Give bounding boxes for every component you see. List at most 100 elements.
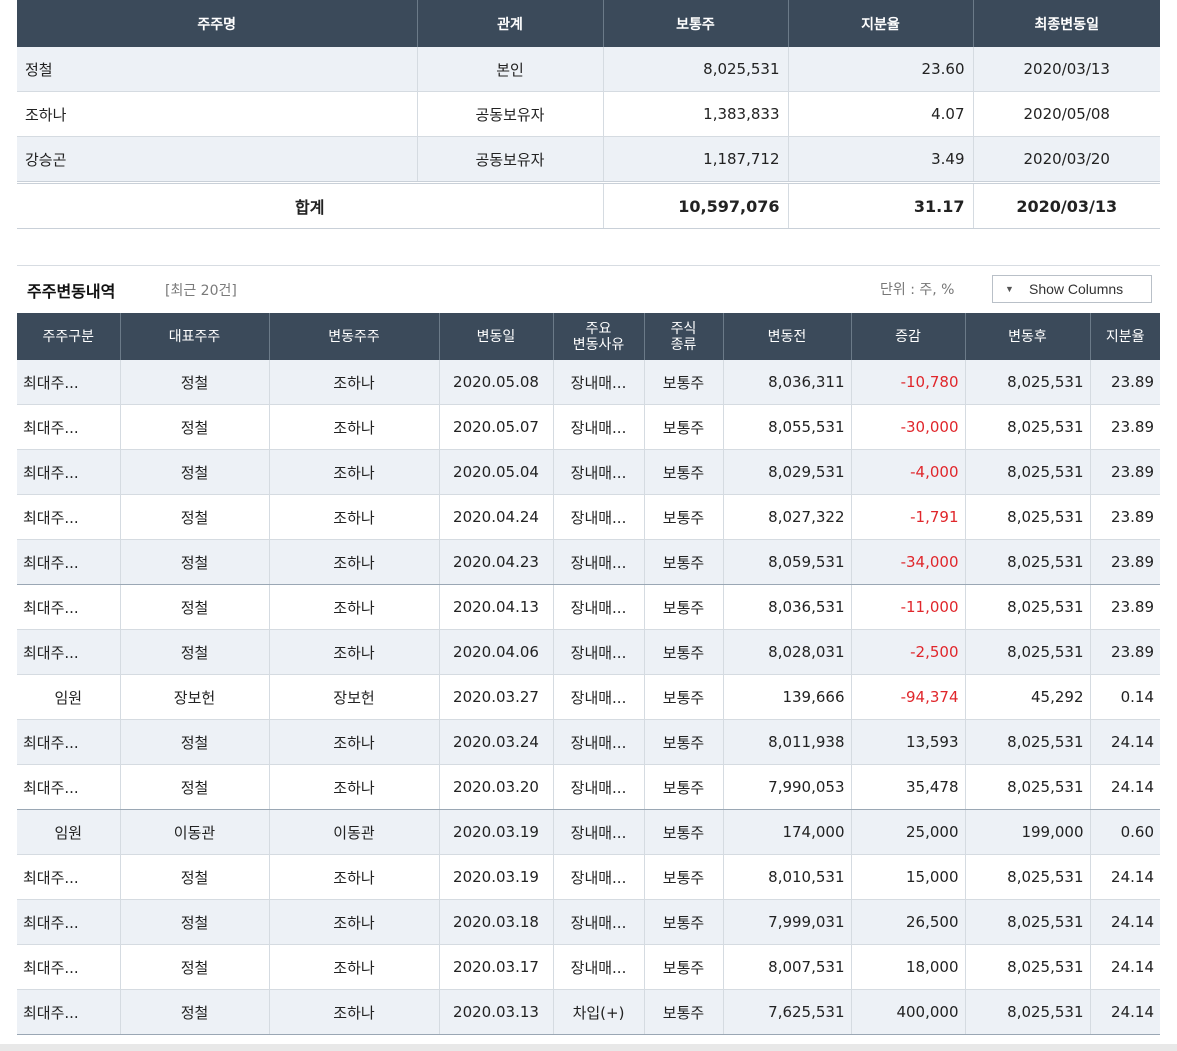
before-shares-cell: 8,011,938 (723, 719, 852, 765)
common-shares-cell: 8,025,531 (603, 47, 789, 92)
rep-holder-cell: 정철 (120, 764, 270, 810)
change-amount-cell: 13,593 (851, 719, 966, 765)
table-row[interactable]: 임원 장보헌 장보헌 2020.03.27 장내매... 보통주 139,666 -94,37… (17, 674, 1160, 720)
change-amount-cell: -1,791 (851, 494, 966, 540)
table-row[interactable]: 최대주... 정철 조하나 2020.03.18 장내매... 보통주 7,999,031 2… (17, 899, 1160, 945)
ownership-ratio-cell: 24.14 (1090, 854, 1160, 900)
holder-type-cell: 최대주... (17, 360, 121, 405)
table-row[interactable]: 최대주... 정철 조하나 2020.03.13 차입(+) 보통주 7,625,531 40… (17, 989, 1160, 1035)
ownership-ratio-cell: 0.14 (1090, 674, 1160, 720)
col-header-relation[interactable]: 관계 (417, 0, 604, 47)
holder-type-cell: 최대주... (17, 854, 121, 900)
change-amount-cell: -2,500 (851, 629, 966, 675)
before-shares-cell: 8,059,531 (723, 539, 852, 585)
share-kind-cell: 보통주 (644, 539, 724, 585)
change-amount-cell: -30,000 (851, 404, 966, 450)
after-shares-cell: 199,000 (965, 809, 1091, 855)
ownership-ratio-cell: 24.14 (1090, 719, 1160, 765)
share-kind-cell: 보통주 (644, 809, 724, 855)
table-row[interactable]: 최대주... 정철 조하나 2020.04.06 장내매... 보통주 8,028,031-… (17, 629, 1160, 675)
share-kind-cell: 보통주 (644, 989, 724, 1035)
table-row[interactable]: 최대주... 정철 조하나 2020.03.20 장내매... 보통주 7,990,053 3… (17, 764, 1160, 810)
triangle-down-icon: ▼ (1005, 284, 1014, 294)
after-shares-cell: 8,025,531 (965, 629, 1091, 675)
col-header-last-change-date[interactable]: 최종변동일 (973, 0, 1160, 47)
before-shares-cell: 174,000 (723, 809, 852, 855)
table-row[interactable]: 최대주... 정철 조하나 2020.04.24 장내매... 보통주 8,027,322-… (17, 494, 1160, 540)
total-label: 합계 (17, 181, 604, 229)
share-kind-cell: 보통주 (644, 449, 724, 495)
before-shares-cell: 8,028,031 (723, 629, 852, 675)
col-header-name[interactable]: 주주명 (17, 0, 418, 47)
table-row[interactable]: 최대주... 정철 조하나 2020.03.24 장내매... 보통주 8,011,938 1… (17, 719, 1160, 765)
total-date: 2020/03/13 (973, 181, 1160, 229)
col-header-change-reason[interactable]: 주요 변동사유 (553, 313, 645, 360)
share-kind-cell: 보통주 (644, 899, 724, 945)
change-reason-cell: 장내매... (553, 764, 645, 810)
table-row[interactable]: 임원 이동관 이동관 2020.03.19 장내매... 보통주 174,000 25,000… (17, 809, 1160, 855)
col-header-change-date[interactable]: 변동일 (439, 313, 554, 360)
rep-holder-cell: 정철 (120, 944, 270, 990)
holder-type-cell: 최대주... (17, 584, 121, 630)
holder-type-cell: 최대주... (17, 719, 121, 765)
col-header-changed-holder[interactable]: 변동주주 (269, 313, 440, 360)
relation-cell: 공동보유자 (417, 136, 604, 183)
ownership-ratio-cell: 23.89 (1090, 539, 1160, 585)
change-reason-cell: 장내매... (553, 449, 645, 495)
after-shares-cell: 8,025,531 (965, 449, 1091, 495)
table-row[interactable]: 최대주... 정철 조하나 2020.03.17 장내매... 보통주 8,007,531 1… (17, 944, 1160, 990)
col-header-common-shares[interactable]: 보통주 (603, 0, 789, 47)
table-row[interactable]: 최대주... 정철 조하나 2020.05.04 장내매... 보통주 8,029,531-… (17, 449, 1160, 495)
change-reason-cell: 장내매... (553, 629, 645, 675)
table-row[interactable]: 최대주... 정철 조하나 2020.05.07 장내매... 보통주 8,055,531-… (17, 404, 1160, 450)
change-date-cell: 2020.03.24 (439, 719, 554, 765)
total-shares: 10,597,076 (603, 181, 789, 229)
share-kind-cell: 보통주 (644, 494, 724, 540)
change-amount-cell: 35,478 (851, 764, 966, 810)
changed-holder-cell: 조하나 (269, 360, 440, 405)
unit-label: 단위 : 주, % (880, 282, 955, 298)
ownership-ratio-cell: 4.07 (788, 91, 974, 137)
rep-holder-cell: 정철 (120, 494, 270, 540)
after-shares-cell: 8,025,531 (965, 944, 1091, 990)
change-reason-cell: 장내매... (553, 809, 645, 855)
col-header-ratio[interactable]: 지분율 (788, 0, 974, 47)
col-header-share-kind[interactable]: 주식 종류 (644, 313, 724, 360)
changes-header-row: 주주구분 대표주주 변동주주 변동일 주요 변동사유 주식 종류 변동전 증감 … (17, 313, 1160, 360)
table-row[interactable]: 최대주... 정철 조하나 2020.05.08 장내매... 보통주 8,036,311-… (17, 360, 1160, 405)
col-header-ratio[interactable]: 지분율 (1090, 313, 1160, 360)
table-row[interactable]: 최대주... 정철 조하나 2020.03.19 장내매... 보통주 8,010,531 1… (17, 854, 1160, 900)
common-shares-cell: 1,187,712 (603, 136, 789, 183)
change-reason-cell: 장내매... (553, 674, 645, 720)
changed-holder-cell: 조하나 (269, 584, 440, 630)
change-amount-cell: -11,000 (851, 584, 966, 630)
col-header-after[interactable]: 변동후 (965, 313, 1091, 360)
summary-row[interactable]: 강승곤 공동보유자 1,187,712 3.49 2020/03/20 (17, 136, 1160, 183)
ownership-ratio-cell: 0.60 (1090, 809, 1160, 855)
change-date-cell: 2020.04.24 (439, 494, 554, 540)
summary-row[interactable]: 조하나 공동보유자 1,383,833 4.07 2020/05/08 (17, 91, 1160, 137)
before-shares-cell: 8,055,531 (723, 404, 852, 450)
holder-type-cell: 최대주... (17, 404, 121, 450)
table-row[interactable]: 최대주... 정철 조하나 2020.04.13 장내매... 보통주 8,036,531-… (17, 584, 1160, 630)
col-header-holder-type[interactable]: 주주구분 (17, 313, 121, 360)
col-header-change[interactable]: 증감 (851, 313, 966, 360)
change-amount-cell: 18,000 (851, 944, 966, 990)
table-row[interactable]: 최대주... 정철 조하나 2020.04.23 장내매... 보통주 8,059,531-… (17, 539, 1160, 585)
ownership-ratio-cell: 24.14 (1090, 764, 1160, 810)
change-amount-cell: 26,500 (851, 899, 966, 945)
summary-row[interactable]: 정철 본인 8,025,531 23.60 2020/03/13 (17, 47, 1160, 92)
col-header-rep-holder[interactable]: 대표주주 (120, 313, 270, 360)
share-kind-cell: 보통주 (644, 360, 724, 405)
changed-holder-cell: 조하나 (269, 989, 440, 1035)
rep-holder-cell: 장보헌 (120, 674, 270, 720)
change-date-cell: 2020.05.04 (439, 449, 554, 495)
horizontal-scrollbar[interactable] (0, 1044, 1177, 1051)
holder-type-cell: 임원 (17, 674, 121, 720)
changed-holder-cell: 조하나 (269, 764, 440, 810)
share-kind-cell: 보통주 (644, 629, 724, 675)
show-columns-button[interactable]: ▼ Show Columns (992, 275, 1152, 303)
ownership-ratio-cell: 23.89 (1090, 584, 1160, 630)
share-kind-cell: 보통주 (644, 719, 724, 765)
col-header-before[interactable]: 변동전 (723, 313, 852, 360)
